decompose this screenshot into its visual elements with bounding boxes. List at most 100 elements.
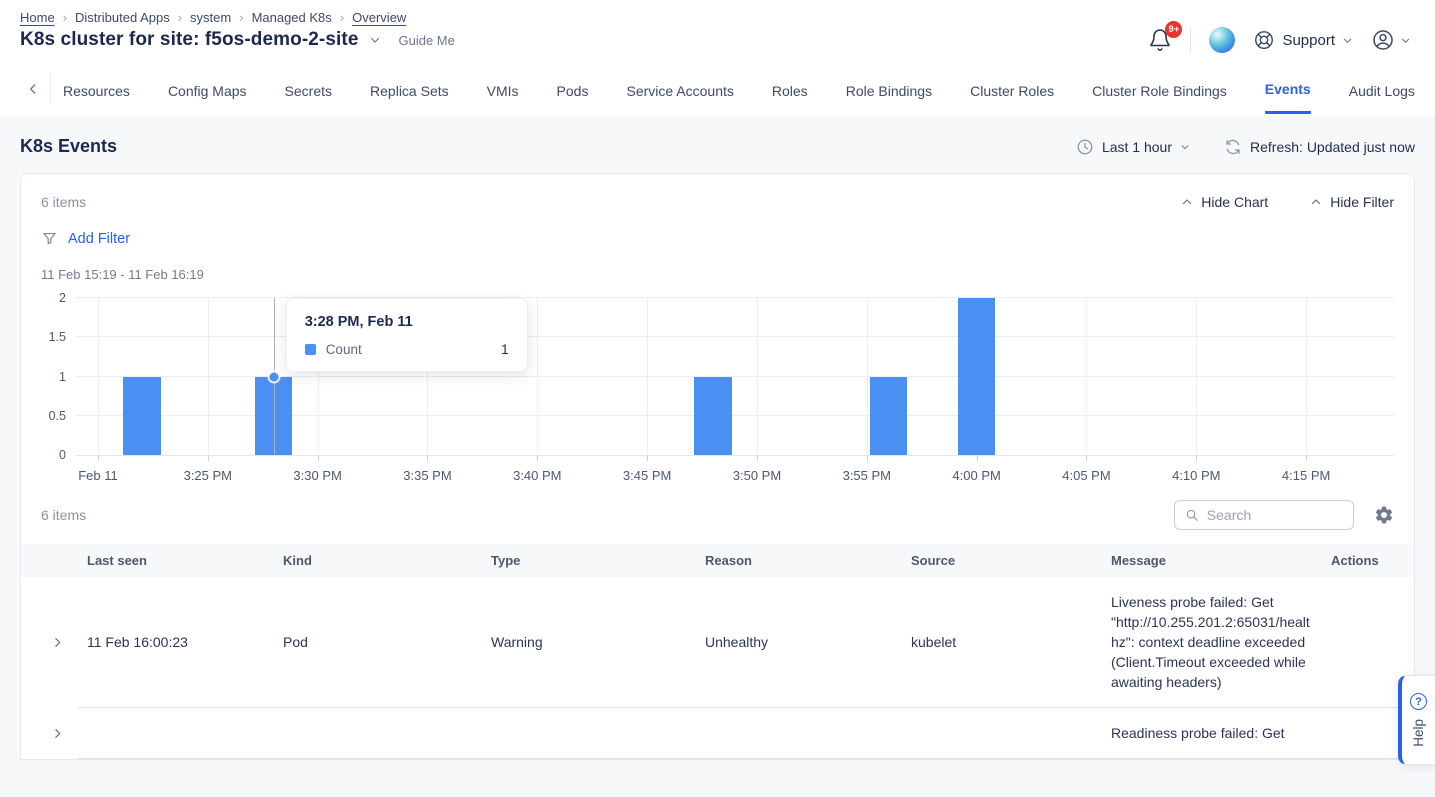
x-axis-label: 3:50 PM [733, 468, 781, 483]
tab-resources[interactable]: Resources [63, 66, 130, 113]
row-expand-chevron-icon[interactable] [51, 727, 67, 740]
chart-bar[interactable] [870, 377, 907, 456]
breadcrumb-item-home[interactable]: Home [20, 10, 55, 25]
x-axis-label: 3:55 PM [843, 468, 891, 483]
column-header-type[interactable]: Type [481, 544, 695, 577]
chart-hover-dot [269, 372, 278, 381]
tab-secrets[interactable]: Secrets [285, 66, 332, 113]
x-axis-label: 3:35 PM [403, 468, 451, 483]
x-axis-tick [1086, 456, 1087, 461]
x-axis-tick [318, 456, 319, 461]
tab-audit-logs[interactable]: Audit Logs [1349, 66, 1415, 113]
add-filter-button[interactable]: Add Filter [41, 230, 1394, 247]
column-header-last-seen[interactable]: Last seen [77, 544, 273, 577]
cell-type: Warning [481, 577, 695, 708]
breadcrumb: Home›Distributed Apps›system›Managed K8s… [20, 10, 455, 25]
gear-icon[interactable] [1374, 505, 1394, 525]
refresh-icon [1224, 138, 1242, 156]
chart-gridline [647, 298, 648, 455]
cell-last-seen [77, 708, 273, 759]
refresh-label: Refresh: Updated just now [1250, 139, 1415, 155]
title-chevron-down-icon[interactable] [369, 34, 381, 46]
breadcrumb-item-system[interactable]: system [190, 10, 231, 25]
tooltip-series-swatch [305, 344, 316, 355]
x-axis-label: 4:10 PM [1172, 468, 1220, 483]
breadcrumb-item-distributed-apps[interactable]: Distributed Apps [75, 10, 170, 25]
tab-service-accounts[interactable]: Service Accounts [626, 66, 733, 113]
breadcrumb-item-overview[interactable]: Overview [352, 10, 406, 25]
cell-kind: Pod [273, 577, 481, 708]
x-axis-tick [647, 456, 648, 461]
tooltip-value: 1 [501, 342, 509, 357]
search-box[interactable] [1174, 500, 1354, 530]
hide-chart-toggle[interactable]: Hide Chart [1181, 194, 1268, 210]
support-chevron-down-icon [1342, 35, 1353, 46]
chart-gridline [1086, 298, 1087, 455]
breadcrumb-separator: › [239, 10, 243, 25]
lifebuoy-icon [1253, 29, 1275, 51]
time-range-dropdown[interactable]: Last 1 hour [1076, 138, 1190, 156]
chart-bar[interactable] [123, 377, 160, 456]
column-header-source[interactable]: Source [901, 544, 1101, 577]
events-chart: 3:28 PM, Feb 11 Count 1 00.511.52 Feb 11… [76, 298, 1394, 494]
column-header-message[interactable]: Message [1101, 544, 1321, 577]
chart-bar[interactable] [694, 377, 731, 456]
chevron-left-icon [26, 82, 40, 96]
chart-gridline [98, 298, 99, 455]
x-axis-label: 3:25 PM [184, 468, 232, 483]
clock-icon [1076, 138, 1094, 156]
chart-gridline [537, 298, 538, 455]
row-expand-chevron-icon[interactable] [51, 636, 67, 649]
chart-gridline [208, 298, 209, 455]
refresh-button[interactable]: Refresh: Updated just now [1224, 138, 1415, 156]
cell-message: Readiness probe failed: Get [1101, 708, 1321, 759]
cell-source [901, 708, 1101, 759]
tab-cluster-role-bindings[interactable]: Cluster Role Bindings [1092, 66, 1227, 113]
search-input[interactable] [1207, 507, 1343, 523]
x-axis-tick [98, 456, 99, 461]
tab-list: Resources Config Maps Secrets Replica Sets V… [63, 64, 1415, 114]
chart-gridline [867, 298, 868, 455]
y-axis-label: 0 [59, 448, 66, 462]
tab-divider [50, 74, 51, 104]
tab-cluster-roles[interactable]: Cluster Roles [970, 66, 1054, 113]
tabs-scroll-left-button[interactable] [20, 82, 50, 96]
table-header-expander [21, 544, 77, 577]
column-header-actions[interactable]: Actions [1321, 544, 1414, 577]
chart-bar[interactable] [958, 298, 995, 455]
chevron-up-icon [1181, 196, 1193, 208]
chart-date-range: 11 Feb 15:19 - 11 Feb 16:19 [41, 267, 1394, 282]
account-menu[interactable] [1371, 28, 1411, 52]
chart-plot: 3:28 PM, Feb 11 Count 1 00.511.52 [76, 298, 1394, 456]
chart-items-count: 6 items [41, 194, 86, 210]
notifications-button[interactable]: 9+ [1148, 28, 1172, 52]
column-header-reason[interactable]: Reason [695, 544, 901, 577]
tab-pods[interactable]: Pods [557, 66, 589, 113]
tooltip-title: 3:28 PM, Feb 11 [305, 314, 509, 330]
y-axis-label: 1 [59, 370, 66, 384]
tab-vmis[interactable]: VMIs [487, 66, 519, 113]
chart-gridline [1196, 298, 1197, 455]
row-expander-cell [21, 708, 77, 759]
ai-assistant-button[interactable] [1209, 27, 1235, 53]
x-axis-label: 3:40 PM [513, 468, 561, 483]
column-header-kind[interactable]: Kind [273, 544, 481, 577]
x-axis-tick [867, 456, 868, 461]
tab-replica-sets[interactable]: Replica Sets [370, 66, 449, 113]
x-axis-tick [537, 456, 538, 461]
help-widget[interactable]: ? Help [1398, 675, 1435, 765]
tab-config-maps[interactable]: Config Maps [168, 66, 247, 113]
support-menu[interactable]: Support [1253, 29, 1353, 51]
chart-gridline [1306, 298, 1307, 455]
tab-role-bindings[interactable]: Role Bindings [846, 66, 932, 113]
breadcrumb-separator: › [340, 10, 344, 25]
search-icon [1185, 507, 1199, 523]
cell-last-seen: 11 Feb 16:00:23 [77, 577, 273, 708]
guide-me-link[interactable]: Guide Me [399, 33, 455, 48]
tab-events[interactable]: Events [1265, 64, 1311, 114]
breadcrumb-item-managed-k8s[interactable]: Managed K8s [252, 10, 332, 25]
tab-roles[interactable]: Roles [772, 66, 808, 113]
hide-filter-toggle[interactable]: Hide Filter [1310, 194, 1394, 210]
help-label: Help [1411, 719, 1426, 747]
x-axis-label: 3:30 PM [293, 468, 341, 483]
